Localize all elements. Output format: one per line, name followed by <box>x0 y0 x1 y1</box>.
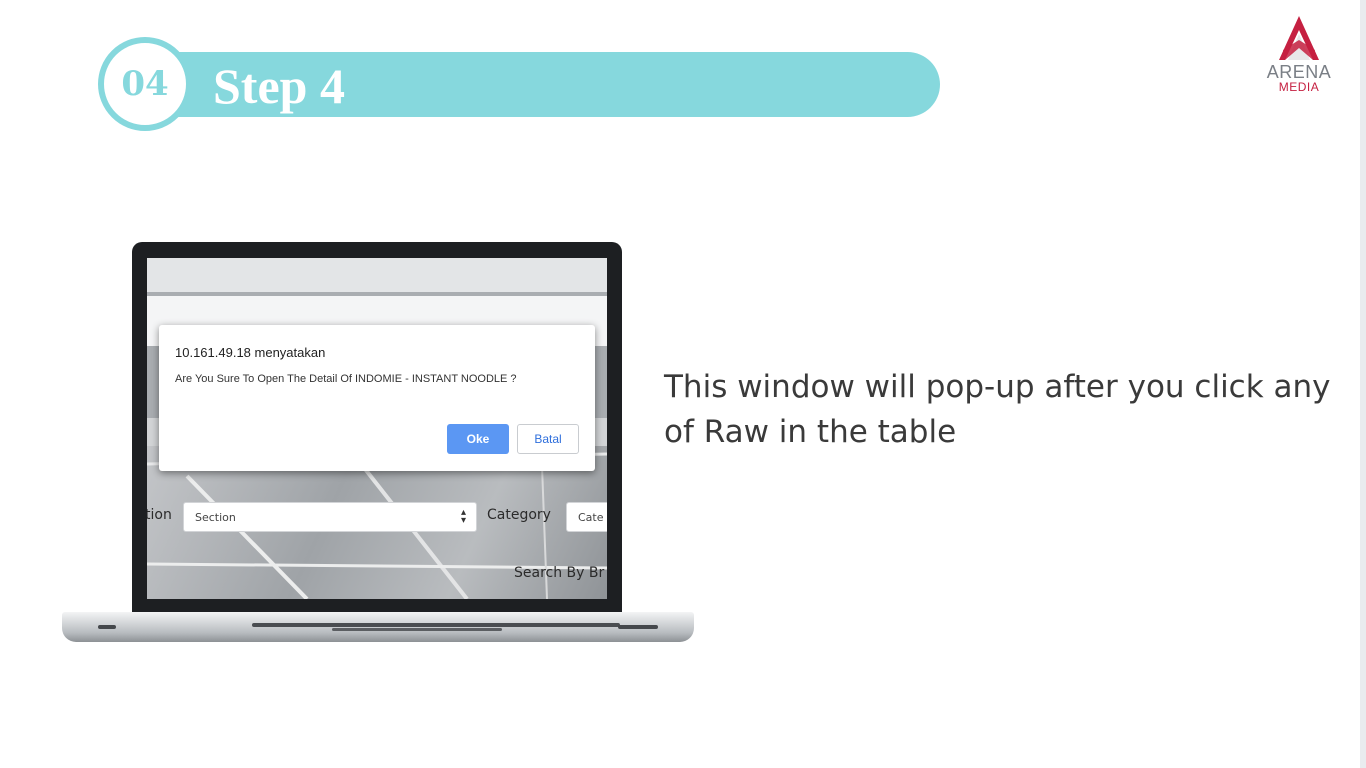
section-select[interactable]: Section ▴ ▾ <box>183 502 477 532</box>
category-select-value: Cate <box>578 511 604 524</box>
section-label: tion <box>147 507 172 523</box>
base-notch <box>332 628 502 631</box>
base-vent-left <box>98 625 116 629</box>
cancel-button[interactable]: Batal <box>517 424 579 454</box>
dialog-origin: 10.161.49.18 menyatakan <box>175 345 326 360</box>
logo-text-arena: ARENA <box>1266 62 1332 82</box>
step-number-badge: 04 <box>98 37 192 131</box>
dialog-message: Are You Sure To Open The Detail Of INDOM… <box>175 373 517 385</box>
laptop-screen: tion Section ▴ ▾ Category Cate Search By … <box>147 258 607 599</box>
laptop-base <box>62 612 694 642</box>
logo-text-media: MEDIA <box>1278 80 1320 94</box>
step-number: 04 <box>121 64 169 104</box>
category-label: Category <box>487 507 551 523</box>
arena-media-logo: ARENA MEDIA <box>1262 16 1336 93</box>
confirm-dialog: 10.161.49.18 menyatakan Are You Sure To … <box>159 325 595 471</box>
select-arrows-icon: ▴ ▾ <box>460 507 466 526</box>
base-vent-right <box>618 625 658 629</box>
ok-button[interactable]: Oke <box>447 424 509 454</box>
step-description: This window will pop-up after you click … <box>664 369 1331 450</box>
section-select-value: Section <box>195 511 236 524</box>
step-title: Step 4 <box>213 58 345 114</box>
search-by-brand-label: Search By Br <box>514 565 605 581</box>
logo-mark-icon <box>1279 16 1319 60</box>
base-hinge <box>252 623 620 627</box>
slide-right-edge <box>1360 0 1366 768</box>
category-select[interactable]: Cate <box>566 502 607 532</box>
screen-top-bar <box>147 258 607 292</box>
